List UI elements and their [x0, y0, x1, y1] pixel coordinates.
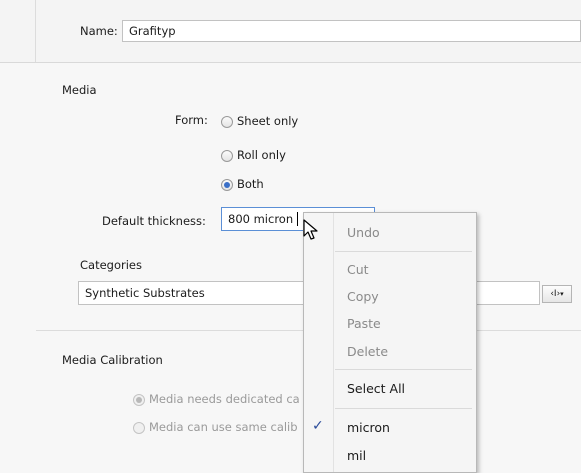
menu-item-micron[interactable]: micron [347, 420, 390, 435]
context-menu: Undo Cut Copy Paste Delete Select All ✓ … [303, 212, 477, 473]
form-radio-roll-only[interactable] [221, 150, 233, 162]
menu-separator [335, 369, 472, 370]
name-field[interactable]: Grafityp [122, 20, 581, 42]
form-option-roll-only: Roll only [237, 148, 286, 162]
insert-variable-button[interactable]: ‹Ι›▾ [542, 285, 572, 303]
calibration-radio-same[interactable] [133, 422, 145, 434]
calibration-radio-dedicated[interactable] [133, 394, 145, 406]
calibration-option-dedicated: Media needs dedicated ca [149, 392, 300, 406]
menu-item-cut[interactable]: Cut [347, 262, 369, 277]
default-thickness-label: Default thickness: [102, 214, 206, 228]
form-option-sheet-only: Sheet only [237, 114, 299, 128]
menu-item-copy[interactable]: Copy [347, 289, 379, 304]
panel-left-border [35, 0, 36, 62]
form-option-both: Both [237, 177, 264, 191]
menu-item-mil[interactable]: mil [347, 448, 366, 463]
calibration-section-title: Media Calibration [62, 353, 163, 367]
categories-label: Categories [80, 258, 142, 272]
form-radio-both[interactable] [221, 179, 233, 191]
menu-separator [335, 251, 472, 252]
checkmark-icon: ✓ [312, 418, 324, 434]
form-label: Form: [175, 113, 208, 127]
default-thickness-value: 800 micron [228, 212, 294, 226]
name-label: Name: [80, 24, 118, 38]
menu-item-select-all[interactable]: Select All [347, 381, 405, 396]
text-caret [297, 212, 298, 226]
menu-item-delete[interactable]: Delete [347, 344, 388, 359]
mouse-pointer-icon [303, 219, 318, 240]
insert-variable-icon: ‹Ι› [550, 289, 561, 299]
calibration-option-same: Media can use same calib [149, 420, 298, 434]
menu-item-paste[interactable]: Paste [347, 316, 381, 331]
menu-separator [335, 408, 472, 409]
menu-item-undo[interactable]: Undo [347, 225, 380, 240]
form-radio-sheet-only[interactable] [221, 116, 233, 128]
chevron-down-icon: ▾ [560, 290, 564, 298]
media-section-title: Media [62, 83, 97, 97]
